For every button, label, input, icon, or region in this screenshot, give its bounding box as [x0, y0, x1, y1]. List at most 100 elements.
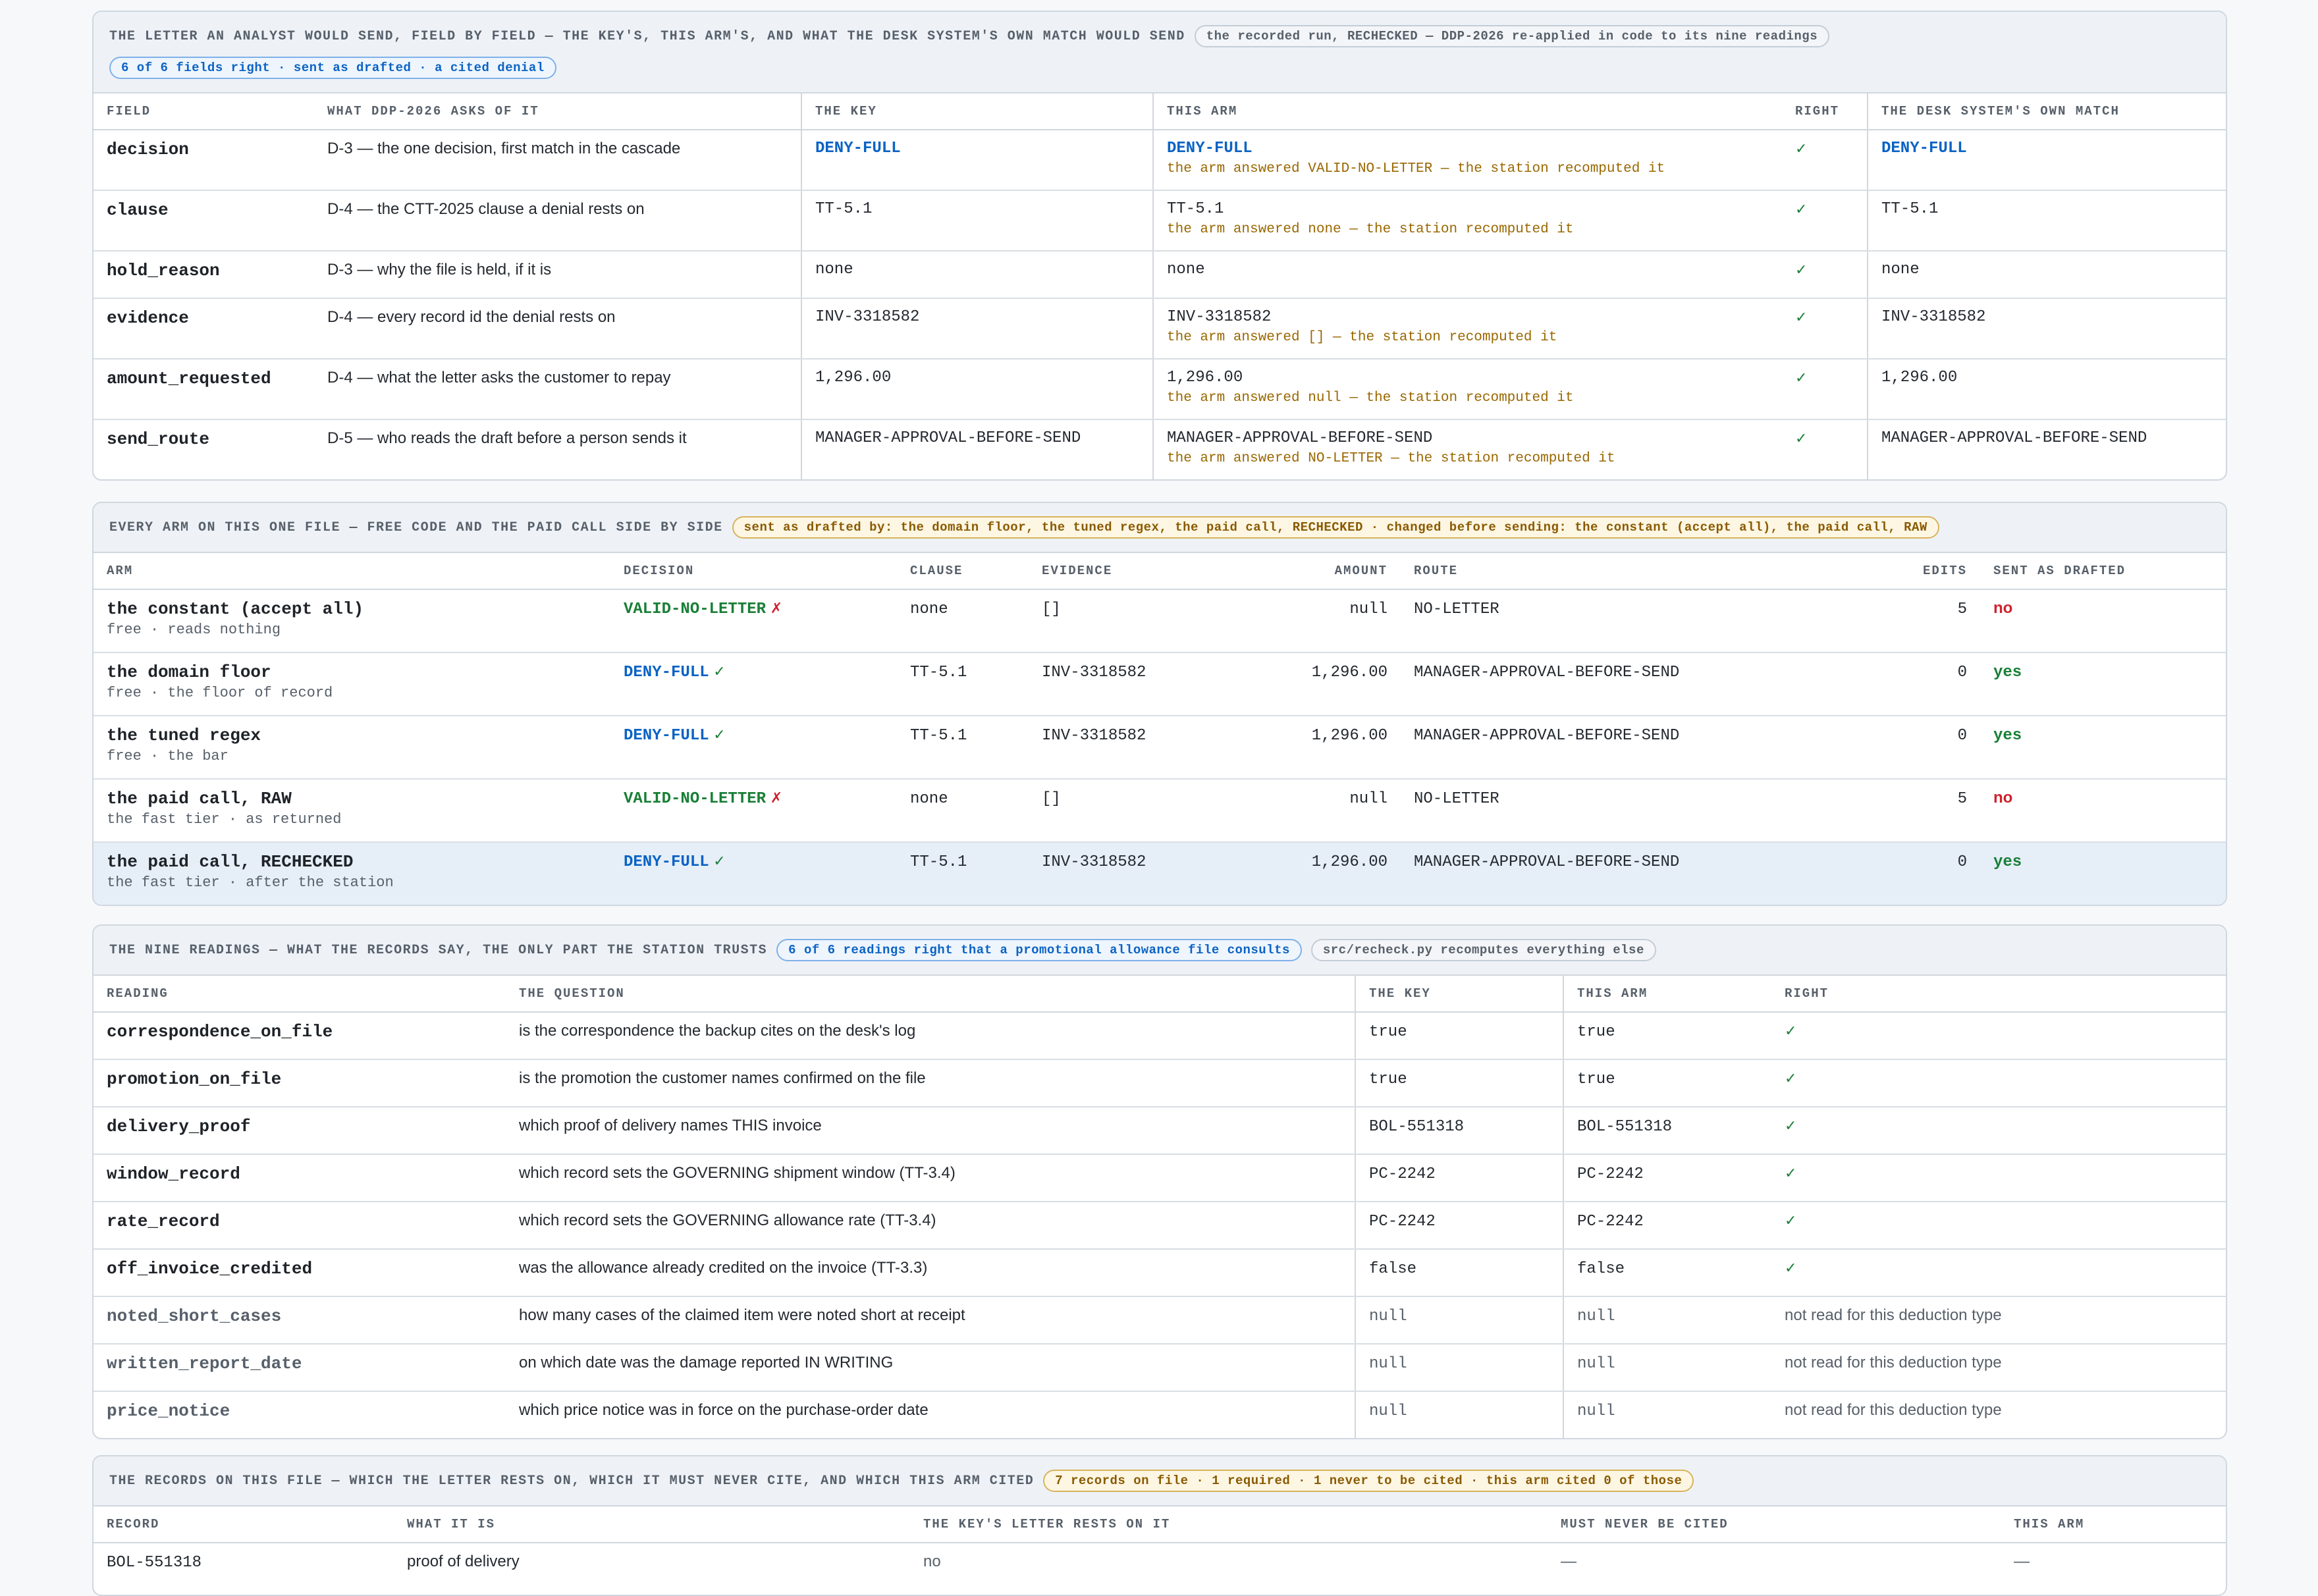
key-value: MANAGER-APPROVAL-BEFORE-SEND	[815, 429, 1081, 447]
letter-table: FIELD WHAT DDP-2026 ASKS OF IT THE KEY T…	[94, 93, 2226, 479]
question-cell: on which date was the damage reported IN…	[506, 1344, 1355, 1392]
decision-value: DENY-FULL	[624, 853, 709, 871]
reading-name-cell: promotion_on_file	[94, 1059, 506, 1107]
column-header: ARM	[94, 553, 610, 590]
arm-cell: none	[1152, 251, 1782, 299]
check-icon: ✓	[1785, 1260, 1797, 1276]
asks-cell: D-4 — every record id the denial rests o…	[314, 298, 801, 359]
amount-cell: 1,296.00	[1236, 842, 1401, 905]
field-cell: hold_reason	[94, 251, 314, 299]
not-read-note: not read for this deduction type	[1785, 1306, 2002, 1324]
letter-panel-title: THE LETTER AN ANALYST WOULD SEND, FIELD …	[109, 28, 1185, 44]
reading-key-value: PC-2242	[1369, 1165, 1436, 1183]
evidence-value: INV-3318582	[1042, 853, 1146, 871]
record-rests-on: no	[923, 1553, 941, 1570]
readings-score-pill: 6 of 6 readings right that a promotional…	[776, 939, 1302, 961]
desk-cell: none	[1867, 251, 2226, 299]
readings-panel-title: THE NINE READINGS — WHAT THE RECORDS SAY…	[109, 942, 768, 958]
check-icon: ✓	[713, 853, 726, 869]
arm-cell: 1,296.00 the arm answered null — the stat…	[1152, 359, 1782, 420]
reading-question: on which date was the damage reported IN…	[519, 1354, 894, 1371]
arm-name: the domain floor	[107, 662, 271, 682]
amount-cell: 1,296.00	[1236, 716, 1401, 780]
decision-value: DENY-FULL	[624, 664, 709, 681]
desk-value: MANAGER-APPROVAL-BEFORE-SEND	[1881, 429, 2147, 447]
question-cell: which record sets the GOVERNING allowanc…	[506, 1202, 1355, 1250]
right-cell: ✓	[1782, 130, 1868, 191]
sent-status: no	[1993, 789, 2013, 807]
clause-value: TT-5.1	[910, 664, 967, 681]
arm-value: none	[1167, 261, 1205, 279]
field-requirement: D-5 — who reads the draft before a perso…	[327, 429, 687, 447]
letter-field-row: decision D-3 — the one decision, first ma…	[94, 130, 2226, 191]
reading-arm-cell: true	[1563, 1012, 1771, 1060]
column-header: ROUTE	[1401, 553, 1848, 590]
key-value: DENY-FULL	[815, 140, 901, 157]
reading-row: noted_short_cases how many cases of the c…	[94, 1296, 2226, 1344]
reading-row: written_report_date on which date was the…	[94, 1344, 2226, 1392]
records-panel-title: THE RECORDS ON THIS FILE — WHICH THE LET…	[109, 1473, 1035, 1489]
records-summary-pill: 7 records on file · 1 required · 1 never…	[1043, 1470, 1694, 1492]
reading-right-cell: ✓	[1771, 1249, 2226, 1297]
amount-cell: null	[1236, 779, 1401, 843]
arm-subtitle: free · reads nothing	[107, 622, 281, 638]
amount-value: 1,296.00	[1311, 853, 1388, 871]
amount-cell: null	[1236, 589, 1401, 653]
record-never-cell: —	[1548, 1543, 2001, 1581]
amount-value: null	[1349, 790, 1388, 808]
reading-arm-value: PC-2242	[1577, 1213, 1644, 1231]
asks-cell: D-3 — why the file is held, if it is	[314, 251, 801, 299]
letter-field-row: amount_requested D-4 — what the letter as…	[94, 359, 2226, 420]
desk-value: INV-3318582	[1881, 308, 1986, 326]
route-value: NO-LETTER	[1414, 790, 1499, 808]
evidence-cell: []	[1029, 589, 1236, 653]
arm-subtitle: free · the bar	[107, 748, 229, 764]
reading-key-cell: null	[1355, 1296, 1563, 1344]
check-icon: ✓	[1795, 430, 1808, 446]
letter-score-pill: 6 of 6 fields right · sent as drafted · …	[109, 57, 556, 79]
edits-cell: 0	[1848, 716, 1980, 780]
route-value: NO-LETTER	[1414, 600, 1499, 618]
route-cell: NO-LETTER	[1401, 589, 1848, 653]
column-header: EDITS	[1848, 553, 1980, 590]
sent-cell: yes	[1980, 842, 2226, 905]
asks-cell: D-3 — the one decision, first match in t…	[314, 130, 801, 191]
record-row: BOL-551318 proof of delivery no — —	[94, 1543, 2226, 1581]
clause-value: TT-5.1	[910, 853, 967, 871]
arm-cell: TT-5.1 the arm answered none — the statio…	[1152, 190, 1782, 252]
records-panel-header: THE RECORDS ON THIS FILE — WHICH THE LET…	[94, 1456, 2226, 1506]
letter-field-row: evidence D-4 — every record id the denial…	[94, 298, 2226, 359]
field-requirement: D-3 — why the file is held, if it is	[327, 261, 552, 279]
arm-name: the paid call, RECHECKED	[107, 852, 354, 872]
key-cell: INV-3318582	[801, 298, 1153, 359]
question-cell: which record sets the GOVERNING shipment…	[506, 1154, 1355, 1202]
reading-right-cell: ✓	[1771, 1202, 2226, 1250]
desk-value: none	[1881, 261, 1920, 279]
reading-arm-cell: null	[1563, 1391, 1771, 1438]
reading-name: window_record	[107, 1164, 240, 1184]
reading-key-cell: PC-2242	[1355, 1154, 1563, 1202]
reading-key-cell: false	[1355, 1249, 1563, 1297]
check-icon: ✓	[713, 726, 726, 743]
amount-value: 1,296.00	[1311, 727, 1388, 745]
reading-arm-cell: PC-2242	[1563, 1154, 1771, 1202]
records-table: RECORD WHAT IT IS THE KEY'S LETTER RESTS…	[94, 1506, 2226, 1581]
reading-key-value: PC-2242	[1369, 1213, 1436, 1231]
arm-name-cell: the tuned regex free · the bar	[94, 716, 610, 780]
column-header: FIELD	[94, 93, 314, 130]
reading-arm-value: BOL-551318	[1577, 1118, 1673, 1136]
asks-cell: D-4 — what the letter asks the customer …	[314, 359, 801, 420]
amount-value: null	[1349, 600, 1388, 618]
reading-arm-cell: BOL-551318	[1563, 1107, 1771, 1155]
reading-key-value: null	[1369, 1402, 1407, 1420]
sent-cell: no	[1980, 589, 2226, 653]
edits-cell: 0	[1848, 652, 1980, 716]
reading-right-cell: ✓	[1771, 1107, 2226, 1155]
decision-cell: DENY-FULL ✓	[610, 716, 897, 780]
records-panel: THE RECORDS ON THIS FILE — WHICH THE LET…	[92, 1455, 2227, 1596]
key-cell: 1,296.00	[801, 359, 1153, 420]
field-requirement: D-4 — what the letter asks the customer …	[327, 369, 671, 386]
column-header: EVIDENCE	[1029, 553, 1236, 590]
column-header: RIGHT	[1771, 976, 2226, 1013]
question-cell: was the allowance already credited on th…	[506, 1249, 1355, 1297]
